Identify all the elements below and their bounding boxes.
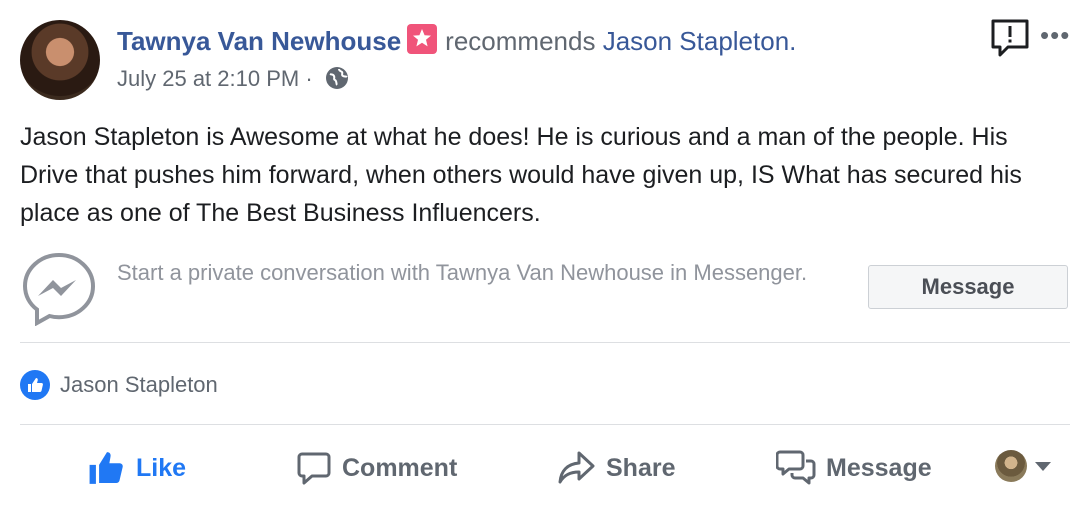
messenger-prompt: Start a private conversation with Tawnya… [117,260,808,285]
comment-button[interactable]: Comment [296,446,457,490]
like-reaction-icon [20,370,50,400]
like-button[interactable]: Like [88,446,186,490]
recommends-verb: recommends [445,26,596,56]
recommendation-star-icon [407,24,438,54]
post-as-selector[interactable] [995,450,1051,482]
report-icon[interactable] [990,18,1030,63]
public-globe-icon[interactable] [325,66,349,98]
messenger-icon [22,252,96,331]
viewer-avatar [995,450,1027,482]
author-name-link[interactable]: Tawnya Van Newhouse [117,26,401,56]
post-meta: July 25 at 2:10 PM · [117,64,349,98]
meta-separator: · [305,66,313,91]
author-avatar[interactable] [20,20,100,100]
message-button[interactable]: Message [776,446,932,490]
thumbs-up-icon [89,452,123,484]
message-bubbles-icon [776,450,816,485]
share-arrow-icon [558,451,595,484]
chevron-down-icon [1035,461,1051,471]
recommended-page-link[interactable]: Jason Stapleton. [603,26,797,56]
message-author-button[interactable]: Message [868,265,1068,309]
share-label: Share [606,453,676,482]
like-label: Like [136,453,187,482]
comment-icon [297,452,331,485]
post-header: Tawnya Van Newhouse recommends Jason Stap… [117,24,796,58]
message-label: Message [826,453,932,482]
divider-top [20,342,1070,343]
divider-bottom [20,424,1070,425]
reaction-likers[interactable]: Jason Stapleton [60,370,218,400]
more-options-icon[interactable]: ••• [1040,22,1070,48]
share-button[interactable]: Share [558,446,675,490]
post-timestamp[interactable]: July 25 at 2:10 PM [117,66,299,91]
comment-label: Comment [342,453,458,482]
post-body: Jason Stapleton is Awesome at what he do… [20,123,1022,227]
